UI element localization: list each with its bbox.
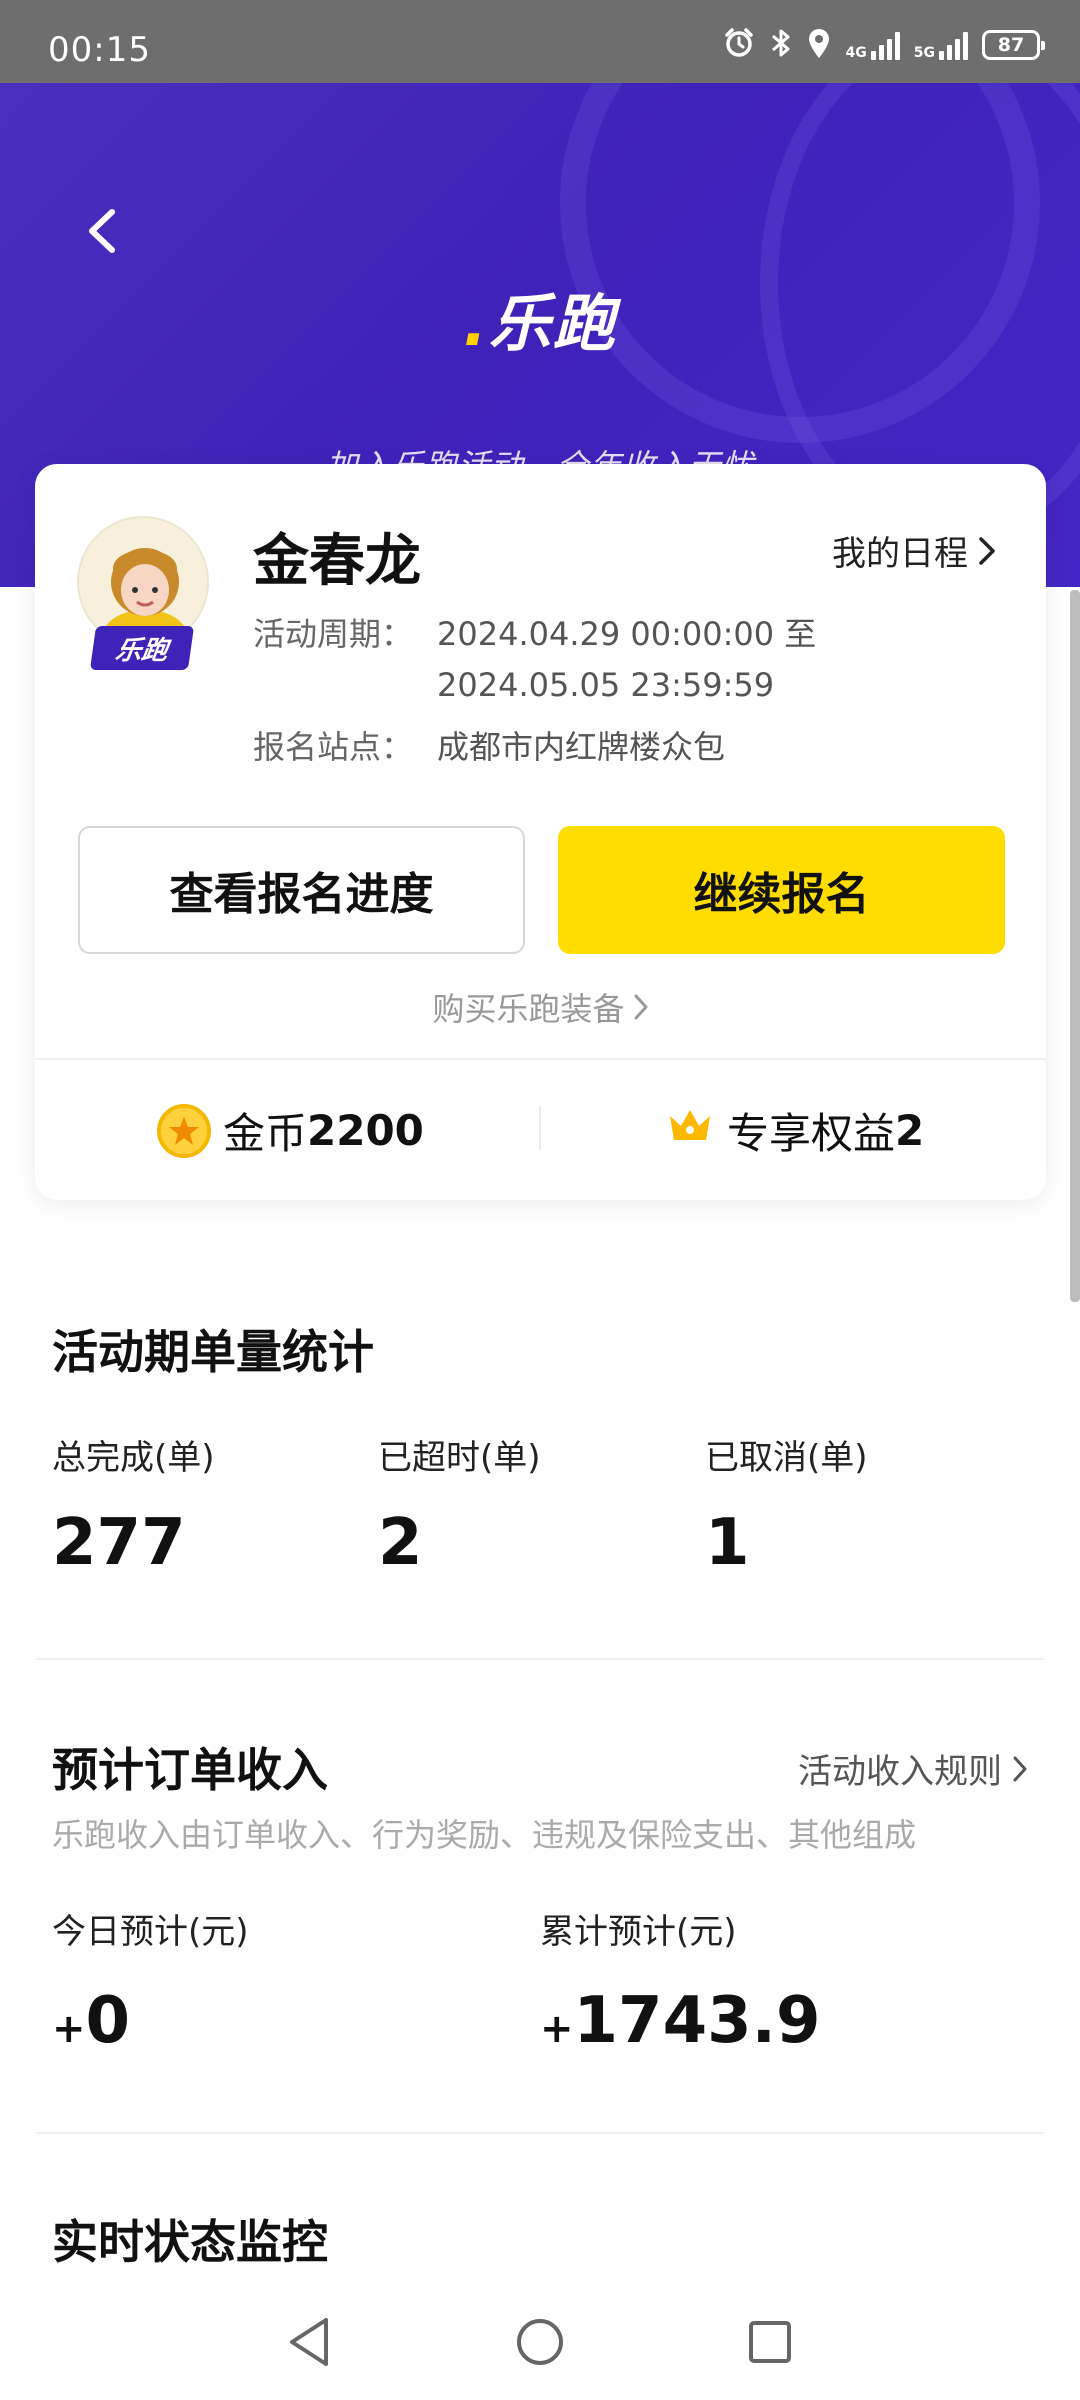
battery-icon: 87 [982, 30, 1045, 60]
today-estimate-value: +0 [52, 1984, 131, 2058]
buy-gear-link[interactable]: 购买乐跑装备 [35, 984, 1046, 1030]
divider [36, 1658, 1044, 1660]
battery-level: 87 [997, 34, 1025, 56]
my-schedule-link[interactable]: 我的日程 [832, 526, 996, 575]
buy-gear-label: 购买乐跑装备 [432, 990, 625, 1028]
brand-logo: .乐跑 [463, 287, 617, 360]
continue-signup-button[interactable]: 继续报名 [558, 826, 1005, 954]
view-progress-button[interactable]: 查看报名进度 [78, 826, 525, 954]
nav-back-button[interactable] [278, 2310, 342, 2374]
network-4g-label: 4G [845, 45, 867, 61]
divider [539, 1106, 541, 1150]
square-recents-icon [749, 2321, 791, 2363]
profile-card: 乐跑 金春龙 我的日程 活动周期： 2024.04.29 00:00:00 至 … [35, 464, 1046, 1200]
activity-period-end: 2024.05.05 23:59:59 [437, 666, 775, 704]
status-icons: 4G 5G 87 [722, 26, 1045, 64]
signal-icon [939, 30, 968, 60]
crown-icon [667, 1106, 713, 1156]
chevron-right-icon [979, 536, 995, 565]
status-bar: 00:15 4G 5G 87 [0, 0, 1080, 83]
my-schedule-label: 我的日程 [832, 534, 968, 574]
chevron-left-icon [89, 209, 115, 253]
coins-value: 2200 [307, 1106, 424, 1155]
coins-label: 金币 [223, 1109, 308, 1158]
divider [36, 2132, 1044, 2134]
income-rules-label: 活动收入规则 [798, 1752, 1002, 1792]
back-button[interactable] [72, 201, 132, 261]
activity-period-row: 活动周期： 2024.04.29 00:00:00 至 [253, 609, 816, 655]
completed-label: 总完成(单) [52, 1438, 215, 1478]
perks-value: 2 [895, 1106, 925, 1155]
triangle-back-icon [290, 2318, 328, 2366]
location-icon [806, 26, 832, 64]
perks-entry[interactable]: 专享权益 2 [667, 1100, 924, 1161]
overtime-label: 已超时(单) [378, 1438, 541, 1478]
order-stats-title: 活动期单量统计 [44, 1314, 374, 1382]
coins-entry[interactable]: 金币 2200 [157, 1100, 424, 1161]
completed-value: 277 [52, 1506, 186, 1580]
station-row: 报名站点： 成都市内红牌楼众包 [253, 722, 725, 768]
perks-label: 专享权益 [727, 1109, 896, 1158]
today-estimate-label: 今日预计(元) [52, 1912, 249, 1952]
cancelled-label: 已取消(单) [705, 1438, 868, 1478]
bluetooth-icon [770, 26, 792, 64]
income-title: 预计订单收入 [44, 1732, 328, 1800]
income-rules-link[interactable]: 活动收入规则 [798, 1744, 1028, 1793]
nav-recents-button[interactable] [738, 2310, 802, 2374]
activity-period-label: 活动周期： [253, 615, 414, 653]
activity-period-row-2: 2024.05.05 23:59:59 [253, 666, 774, 704]
avatar-badge: 乐跑 [89, 626, 195, 670]
chevron-right-icon [1013, 1756, 1027, 1781]
total-estimate-value: +1743.9 [540, 1984, 821, 2058]
overtime-value: 2 [378, 1506, 423, 1580]
divider [35, 1058, 1046, 1060]
cancelled-value: 1 [705, 1506, 750, 1580]
activity-period-start: 2024.04.29 00:00:00 至 [437, 615, 817, 653]
station-label: 报名站点： [253, 728, 414, 766]
brand-logo-text: 乐跑 [488, 287, 617, 360]
system-nav-bar [0, 2284, 1080, 2400]
network-5g-label: 5G [913, 45, 935, 61]
scrollbar[interactable] [1070, 590, 1080, 1302]
monitor-title: 实时状态监控 [44, 2204, 328, 2272]
chevron-right-icon [634, 994, 647, 1020]
income-description: 乐跑收入由订单收入、行为奖励、违规及保险支出、其他组成 [52, 1816, 917, 1854]
circle-home-icon [517, 2319, 563, 2365]
signal-icon [870, 30, 900, 60]
status-time: 00:15 [48, 30, 151, 70]
alarm-icon [722, 26, 756, 64]
user-name: 金春龙 [253, 529, 421, 594]
total-estimate-label: 累计预计(元) [540, 1912, 737, 1952]
nav-home-button[interactable] [508, 2310, 572, 2374]
coin-icon [157, 1103, 211, 1158]
station-value: 成都市内红牌楼众包 [437, 728, 726, 766]
